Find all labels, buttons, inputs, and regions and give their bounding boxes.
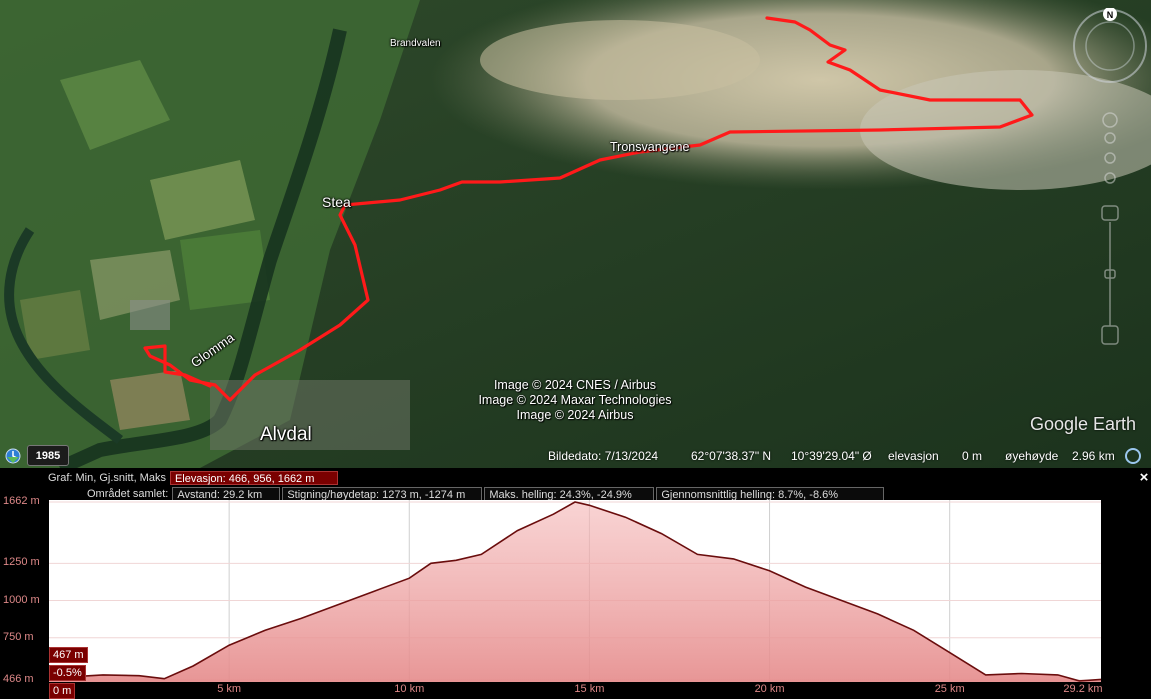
- image-date: Bildedato: 7/13/2024: [548, 449, 659, 463]
- place-label-tronsvangene: Tronsvangene: [610, 140, 690, 154]
- elevation-chart[interactable]: [48, 500, 1102, 682]
- elevation-label: elevasjon: [888, 449, 939, 463]
- cursor-distance-box: 0 m: [49, 683, 76, 699]
- x-tick-label: 10 km: [394, 683, 425, 695]
- eye-altitude-label: øyehøyde: [1005, 449, 1059, 463]
- elevation-stats: Elevasjon: 466, 956, 1662 m: [169, 471, 338, 485]
- x-tick-label: 5 km: [217, 683, 242, 695]
- place-label-alvdal: Alvdal: [260, 424, 312, 445]
- zoom-slider[interactable]: [1101, 205, 1119, 345]
- google-earth-logo: Google Earth: [1030, 414, 1137, 434]
- elevation-chart-svg[interactable]: [48, 500, 1102, 682]
- x-tick-label: 25 km: [934, 683, 965, 695]
- place-label-brandvalen: Brandvalen: [390, 38, 441, 49]
- cursor-slope-box: -0.5%: [49, 665, 86, 681]
- close-profile-button[interactable]: ×: [1137, 470, 1151, 485]
- max-slope-stat: Maks. helling: 24.3%, -24.9%: [484, 487, 655, 501]
- y-tick-label: 1000 m: [3, 593, 40, 606]
- y-tick-label: 1250 m: [3, 556, 40, 569]
- x-tick-label: 29.2 km: [1063, 683, 1103, 695]
- range-totals-label: Området samlet:: [87, 488, 169, 500]
- streaming-status-icon: [1125, 448, 1141, 464]
- latitude-readout: 62°07'38.37" N: [691, 449, 772, 463]
- cursor-elevation-box: 467 m: [49, 647, 88, 663]
- distance-stat: Avstand: 29.2 km: [172, 487, 281, 501]
- y-tick-label: 750 m: [3, 630, 34, 643]
- compass-north-icon[interactable]: N: [1107, 10, 1114, 20]
- map-view[interactable]: Brandvalen Tronsvangene Stea Glomma Alvd…: [0, 0, 1151, 468]
- compass-ring[interactable]: N: [1073, 8, 1147, 83]
- credit-line: Image © 2024 Airbus: [516, 408, 634, 422]
- y-tick-label: 1662 m: [3, 495, 40, 507]
- climb-stat: Stigning/høydetap: 1273 m, -1274 m: [282, 487, 483, 501]
- y-tick-label: 466 m: [3, 673, 34, 685]
- x-tick-label: 20 km: [754, 683, 785, 695]
- elevation-readout: 0 m: [962, 449, 983, 463]
- elevation-area: [49, 502, 1101, 682]
- tilt-control[interactable]: [1102, 112, 1118, 184]
- status-bar: Bildedato: 7/13/2024 62°07'38.37" N 10°3…: [0, 444, 1151, 468]
- longitude-readout: 10°39'29.04" Ø: [791, 449, 872, 463]
- imagery-credits: Image © 2024 CNES / Airbus Image © 2024 …: [440, 378, 710, 423]
- credit-line: Image © 2024 Maxar Technologies: [478, 393, 672, 407]
- credit-line: Image © 2024 CNES / Airbus: [493, 378, 657, 392]
- avg-slope-stat: Gjennomsnittlig helling: 8.7%, -8.6%: [656, 487, 885, 501]
- eye-altitude-readout: 2.96 km: [1072, 449, 1115, 463]
- graph-stats-row: Graf: Min, Gj.snitt, Maks Elevasjon: 466…: [48, 470, 340, 486]
- navigation-controls[interactable]: N: [1070, 8, 1148, 348]
- place-label-stea: Stea: [322, 194, 351, 210]
- x-tick-label: 15 km: [574, 683, 605, 695]
- graph-stats-label: Graf: Min, Gj.snitt, Maks: [48, 472, 166, 484]
